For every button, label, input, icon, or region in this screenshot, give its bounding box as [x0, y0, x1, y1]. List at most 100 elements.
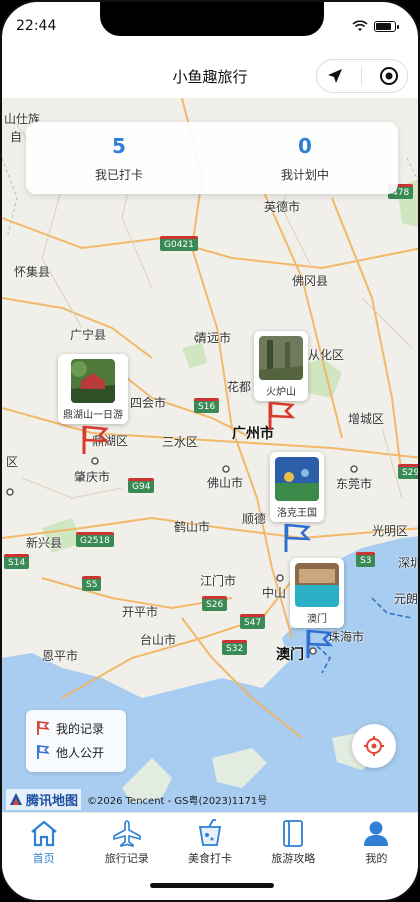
location-arrow-icon[interactable] — [326, 67, 344, 85]
close-circle-icon[interactable] — [379, 66, 399, 86]
marker-photo — [71, 359, 115, 403]
page-title: 小鱼趣旅行 — [172, 67, 248, 86]
flag-legend: 我的记录 他人公开 — [26, 710, 126, 772]
city-label: 中山 — [262, 586, 287, 600]
road-shield: S16 — [194, 398, 220, 413]
city-label: 江门市 — [200, 574, 237, 588]
tab-label: 我的 — [365, 852, 388, 865]
map-view[interactable]: 英德市 怀集县 佛冈县 广宁县 清远市 从化区 花都 四会市 增城区 鼎湖区 三… — [2, 98, 418, 812]
drink-icon — [198, 819, 222, 846]
wifi-icon — [352, 20, 368, 31]
stat-value: 0 — [298, 133, 312, 158]
marker-photo — [295, 563, 339, 607]
map-marker-macau[interactable]: 澳门 — [290, 558, 344, 628]
road-shield: S26 — [202, 596, 228, 611]
city-label: 从化区 — [308, 348, 345, 362]
map-logo-icon — [10, 793, 22, 805]
my-record-flag[interactable] — [266, 400, 296, 432]
stat-value: 5 — [112, 133, 126, 158]
mini-program-capsule — [316, 59, 408, 93]
city-label: 四会市 — [130, 396, 167, 410]
map-marker-huolushan[interactable]: 火炉山 — [254, 331, 308, 401]
tab-bar: 首页 旅行记录 美食打卡 旅游攻略 我的 — [2, 812, 418, 872]
status-icons — [352, 20, 399, 32]
stat-label: 我已打卡 — [94, 167, 143, 182]
city-label: 光明区 — [372, 524, 409, 538]
status-time: 22:44 — [16, 18, 57, 34]
city-label: 东莞市 — [336, 477, 373, 491]
map-provider: 腾讯地图 — [26, 793, 79, 809]
tab-home[interactable]: 首页 — [2, 813, 85, 872]
marker-card: 洛克王国 — [270, 452, 324, 522]
road-shield: S5 — [82, 576, 102, 591]
city-label: 鹤山市 — [174, 520, 211, 534]
phone-screen: 22:44 小鱼趣旅行 英德市 怀集县 佛冈县 广宁县 清远市 从化区 花都 四… — [0, 0, 420, 902]
home-indicator — [150, 883, 274, 888]
tab-profile[interactable]: 我的 — [335, 813, 418, 872]
city-label: 深圳 — [398, 556, 418, 570]
marker-name: 澳门 — [307, 614, 327, 625]
map-copyright: ©2026 Tencent - GS粤(2023)1171号 — [87, 795, 268, 807]
tab-food-checkin[interactable]: 美食打卡 — [168, 813, 251, 872]
road-shield: S47 — [240, 614, 266, 629]
city-label: 区 — [6, 455, 19, 469]
red-flag-icon — [37, 721, 50, 735]
public-record-flag[interactable] — [304, 628, 334, 660]
road-shield: S32 — [222, 640, 248, 655]
city-label: 清远市 — [195, 331, 232, 345]
legend-label: 他人公开 — [56, 745, 105, 760]
marker-photo — [275, 457, 319, 501]
map-marker-dinghushan[interactable]: 鼎湖山一日游 — [58, 354, 128, 424]
tab-travel-records[interactable]: 旅行记录 — [85, 813, 168, 872]
map-attribution: 腾讯地图 ©2026 Tencent - GS粤(2023)1171号 — [2, 786, 418, 812]
blue-flag-icon — [37, 745, 50, 759]
capsule-divider — [360, 67, 362, 85]
city-label: 顺德 — [242, 512, 267, 526]
city-label: 花都 — [227, 380, 252, 394]
road-shield: G94 — [128, 478, 155, 493]
road-shield: S14 — [4, 554, 30, 569]
city-label: 怀集县 — [14, 265, 51, 279]
road-shield: S29 — [398, 464, 418, 479]
road-shield: S3 — [356, 552, 376, 567]
city-label: 佛山市 — [207, 476, 244, 490]
stat-planned[interactable]: 0 我计划中 — [212, 122, 398, 194]
guidebook-icon — [283, 820, 304, 847]
plane-icon — [112, 820, 141, 847]
home-icon — [30, 820, 57, 847]
tab-travel-guides[interactable]: 旅游攻略 — [252, 813, 335, 872]
city-label: 英德市 — [264, 200, 301, 214]
city-label: 恩平市 — [42, 649, 79, 663]
city-label: 三水区 — [162, 435, 199, 449]
map-base — [2, 98, 418, 812]
checkin-stats-card: 5 我已打卡 0 我计划中 — [26, 122, 398, 194]
road-shield: G2518 — [76, 532, 114, 547]
tab-label: 美食打卡 — [188, 852, 232, 865]
map-marker-luoke-wangguo[interactable]: 洛克王国 — [270, 452, 324, 522]
locate-me-button[interactable] — [352, 724, 396, 768]
city-label: 台山市 — [140, 633, 177, 647]
user-icon — [364, 821, 389, 846]
public-record-flag[interactable] — [282, 522, 312, 554]
road-shield: G0421 — [160, 236, 198, 251]
city-label: 肇庆市 — [74, 470, 111, 484]
city-label: 广宁县 — [70, 328, 107, 342]
marker-card: 鼎湖山一日游 — [58, 354, 128, 424]
city-label: 开平市 — [122, 605, 159, 619]
legend-label: 我的记录 — [56, 721, 105, 736]
marker-photo — [259, 336, 303, 380]
marker-card: 火炉山 — [254, 331, 308, 401]
city-label: 新兴县 — [26, 536, 63, 550]
tab-label: 旅游攻略 — [271, 852, 316, 865]
marker-name: 火炉山 — [266, 387, 296, 398]
legend-row-mine: 我的记录 — [36, 716, 116, 740]
tencent-map-logo: 腾讯地图 — [6, 788, 82, 810]
marker-name: 洛克王国 — [277, 508, 317, 519]
city-label: 澳门 — [276, 647, 304, 663]
legend-row-public: 他人公开 — [36, 740, 116, 764]
marker-name: 鼎湖山一日游 — [63, 410, 123, 421]
tab-label: 旅行记录 — [104, 852, 149, 865]
my-record-flag[interactable] — [80, 424, 110, 456]
battery-icon — [374, 20, 399, 32]
stat-checked-in[interactable]: 5 我已打卡 — [26, 122, 212, 194]
